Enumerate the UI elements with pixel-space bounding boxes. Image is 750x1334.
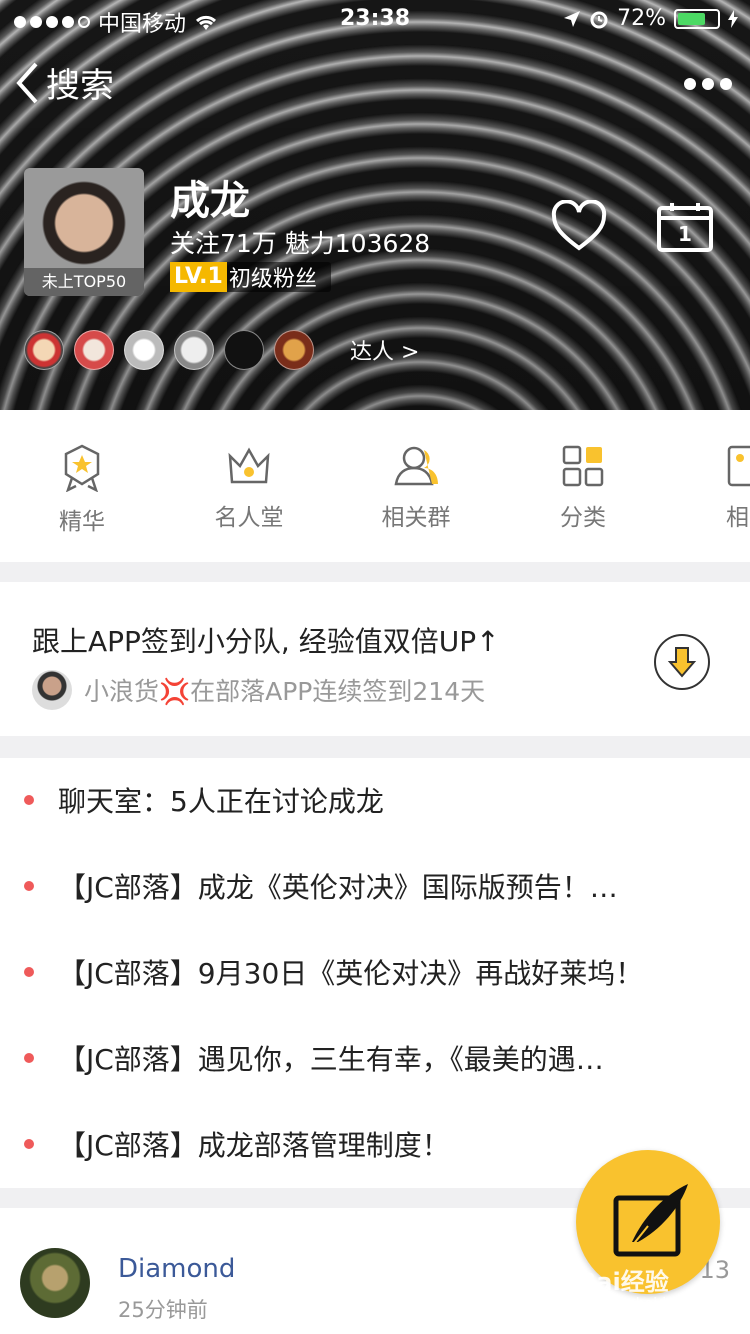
grid-icon [562,445,604,487]
profile-name: 成龙 [170,178,250,224]
menu-item-featured[interactable]: 精华 [22,444,142,536]
menu-item-categories[interactable]: 分类 [523,444,643,532]
post-time: 25分钟前 [118,1298,208,1322]
bullet-dot [24,967,34,977]
experts-link[interactable]: 达人 > [350,334,419,366]
badge-star-icon [64,444,100,492]
author-avatar[interactable] [20,1248,90,1318]
menu-item-groups[interactable]: 相关群 [356,444,476,532]
menu-label: 精华 [59,509,105,535]
back-label: 搜索 [46,66,114,106]
menu-label: 相 [726,505,749,531]
charging-icon [728,9,738,28]
download-button[interactable] [654,634,710,690]
rank-badge: 未上TOP50 [24,268,144,296]
alarm-icon [590,11,608,28]
signin-title: 跟上APP签到小分队, 经验值双倍UP↑ [32,625,500,658]
battery-percent: 72% [617,6,666,31]
announcement-list: 聊天室：5人正在讨论成龙 【JC部落】成龙《英伦对决》国际版预告！… 【JC部落… [0,758,750,1188]
experts-row[interactable]: 达人 > [24,330,419,370]
expert-avatar[interactable] [74,330,114,370]
user-avatar [32,670,72,710]
profile-header: 中国移动 23:38 72% 搜索 未上TOP50 成龙 关注71万 魅力103… [0,0,750,410]
image-icon [727,445,750,487]
expert-avatar[interactable] [24,330,64,370]
expert-avatar[interactable] [274,330,314,370]
checkin-calendar-button[interactable]: 1 [656,200,714,254]
bullet-dot [24,795,34,805]
menu-item-hall-of-fame[interactable]: 名人堂 [189,444,309,532]
group-icon [394,446,438,486]
author-name[interactable]: Diamond [118,1254,235,1284]
bullet-dot [24,881,34,891]
crown-icon [228,447,270,484]
list-item[interactable]: 聊天室：5人正在讨论成龙 [0,780,750,820]
level-code: LV.1 [170,262,227,292]
menu-label: 相关群 [381,505,451,531]
bullet-dot [24,1053,34,1063]
location-arrow-icon [564,10,581,27]
watermark-logo: Bai经验 [578,1268,669,1296]
status-bar: 中国移动 23:38 72% [0,0,750,40]
bullet-dot [24,1139,34,1149]
list-item[interactable]: 【JC部落】遇见你，三生有幸，《最美的遇… [0,1038,750,1078]
list-item[interactable]: 【JC部落】9月30日《英伦对决》再战好莱坞！ [0,952,750,992]
signin-subtitle-row: 小浪货💢在部落APP连续签到214天 [32,670,485,710]
signin-banner[interactable]: 跟上APP签到小分队, 经验值双倍UP↑ 小浪货💢在部落APP连续签到214天 [0,582,750,736]
follow-heart-icon[interactable] [550,200,608,254]
expert-avatar[interactable] [174,330,214,370]
profile-stats: 关注71万 魅力103628 [170,229,431,258]
menu-label: 分类 [560,505,606,531]
expert-avatar[interactable] [124,330,164,370]
list-item-text: 【JC部落】遇见你，三生有幸，《最美的遇… [58,1043,604,1076]
download-arrow-icon [667,647,697,678]
level-title: 初级粉丝 [228,267,317,292]
list-item-text: 【JC部落】9月30日《英伦对决》再战好莱坞！ [58,957,644,990]
category-menu: 精华 名人堂 相关群 分类 相 [0,410,750,562]
chevron-left-icon [16,62,38,103]
more-button[interactable] [684,78,732,90]
level-badge: LV.1 初级粉丝 [170,262,331,292]
profile-avatar[interactable]: 未上TOP50 [24,168,144,296]
calendar-day: 1 [678,222,692,246]
watermark-url: jingyan.baidu.com [580,1296,710,1312]
list-item-text: 聊天室：5人正在讨论成龙 [58,785,384,818]
battery-icon [674,8,720,29]
back-button[interactable]: 搜索 [14,58,114,107]
list-item-text: 【JC部落】成龙《英伦对决》国际版预告！… [58,871,618,904]
signin-subtitle: 小浪货💢在部落APP连续签到214天 [84,677,486,706]
list-item[interactable]: 【JC部落】成龙《英伦对决》国际版预告！… [0,866,750,906]
menu-label: 名人堂 [214,505,284,531]
expert-avatar[interactable] [224,330,264,370]
menu-item-photos[interactable]: 相 [690,444,750,532]
